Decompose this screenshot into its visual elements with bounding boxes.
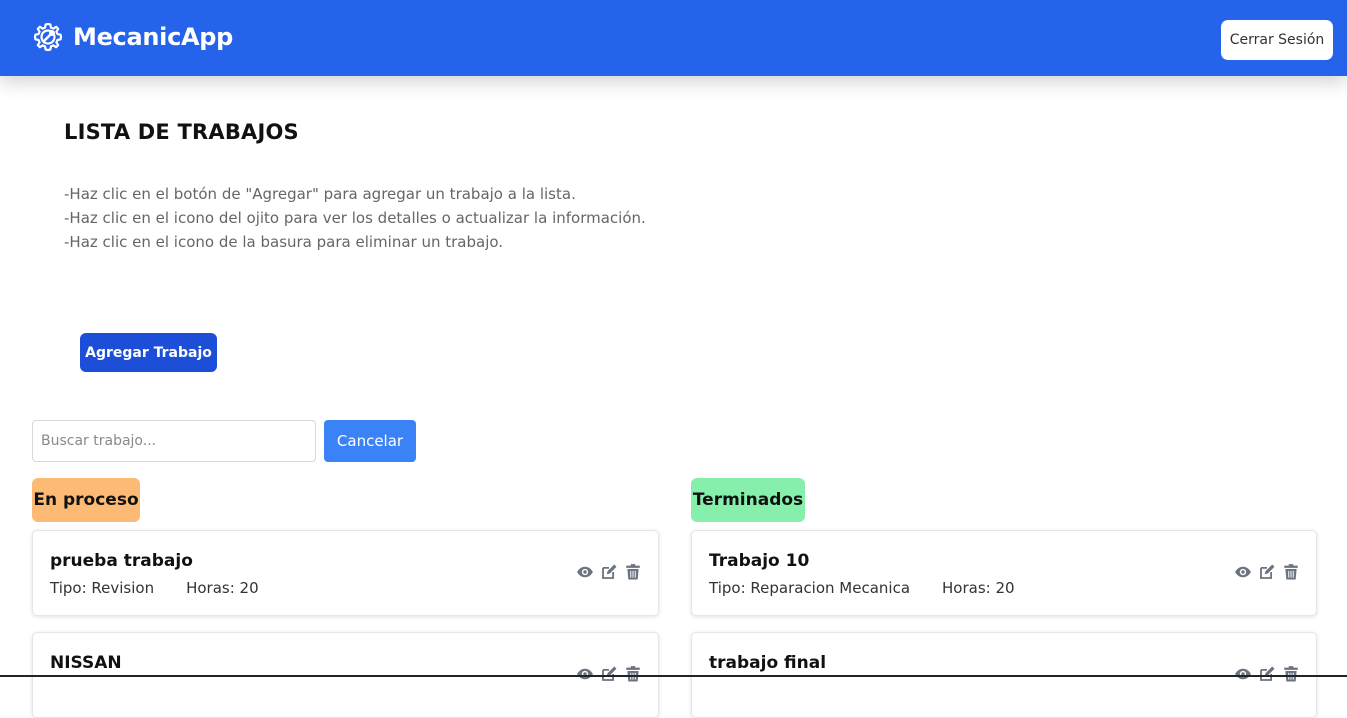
cancel-button[interactable]: Cancelar: [324, 420, 416, 462]
job-hours: Horas: 20: [942, 579, 1015, 597]
job-actions: [1234, 563, 1300, 581]
job-name: trabajo final: [709, 653, 827, 673]
job-type: Tipo: Reparacion Mecanica: [709, 579, 911, 597]
job-actions: [576, 563, 642, 581]
edit-icon[interactable]: [600, 665, 618, 683]
edit-icon[interactable]: [1258, 563, 1276, 581]
trash-icon[interactable]: [624, 563, 642, 581]
app-name: MecanicApp: [73, 23, 234, 51]
job-actions: [1234, 665, 1300, 683]
job-card: Trabajo 10 Tipo: Reparacion Mecanica Hor…: [691, 530, 1317, 616]
job-meta: Tipo: Reparacion Mecanica Horas: 20: [709, 579, 1015, 597]
column-header-finished: Terminados: [691, 478, 805, 522]
search-input[interactable]: [32, 420, 316, 462]
eye-icon[interactable]: [1234, 563, 1252, 581]
brand[interactable]: MecanicApp: [32, 18, 233, 56]
job-actions: [576, 665, 642, 683]
trash-icon[interactable]: [1282, 665, 1300, 683]
job-card: prueba trabajo Tipo: Revision Horas: 20: [32, 530, 659, 616]
job-type: Tipo: Revision: [50, 579, 155, 597]
top-navbar: MecanicApp Cerrar Sesión: [0, 0, 1347, 76]
job-name: NISSAN: [50, 653, 122, 673]
eye-icon[interactable]: [576, 665, 594, 683]
job-name: prueba trabajo: [50, 551, 193, 571]
column-header-in-progress: En proceso: [32, 478, 140, 522]
instruction-line: -Haz clic en el botón de "Agregar" para …: [64, 185, 576, 203]
job-hours: Horas: 20: [186, 579, 259, 597]
logout-button[interactable]: Cerrar Sesión: [1221, 20, 1333, 60]
job-name: Trabajo 10: [709, 551, 810, 571]
eye-icon[interactable]: [1234, 665, 1252, 683]
instruction-line: -Haz clic en el icono de la basura para …: [64, 233, 504, 251]
job-meta: Tipo: Revision Horas: 20: [50, 579, 259, 597]
edit-icon[interactable]: [1258, 665, 1276, 683]
edit-icon[interactable]: [600, 563, 618, 581]
instructions: -Haz clic en el botón de "Agregar" para …: [64, 182, 646, 254]
gear-wrench-icon: [32, 21, 64, 53]
eye-icon[interactable]: [576, 563, 594, 581]
trash-icon[interactable]: [1282, 563, 1300, 581]
instruction-line: -Haz clic en el icono del ojito para ver…: [64, 209, 646, 227]
add-job-button[interactable]: Agregar Trabajo: [80, 333, 217, 372]
page-title: LISTA DE TRABAJOS: [64, 120, 299, 144]
trash-icon[interactable]: [624, 665, 642, 683]
